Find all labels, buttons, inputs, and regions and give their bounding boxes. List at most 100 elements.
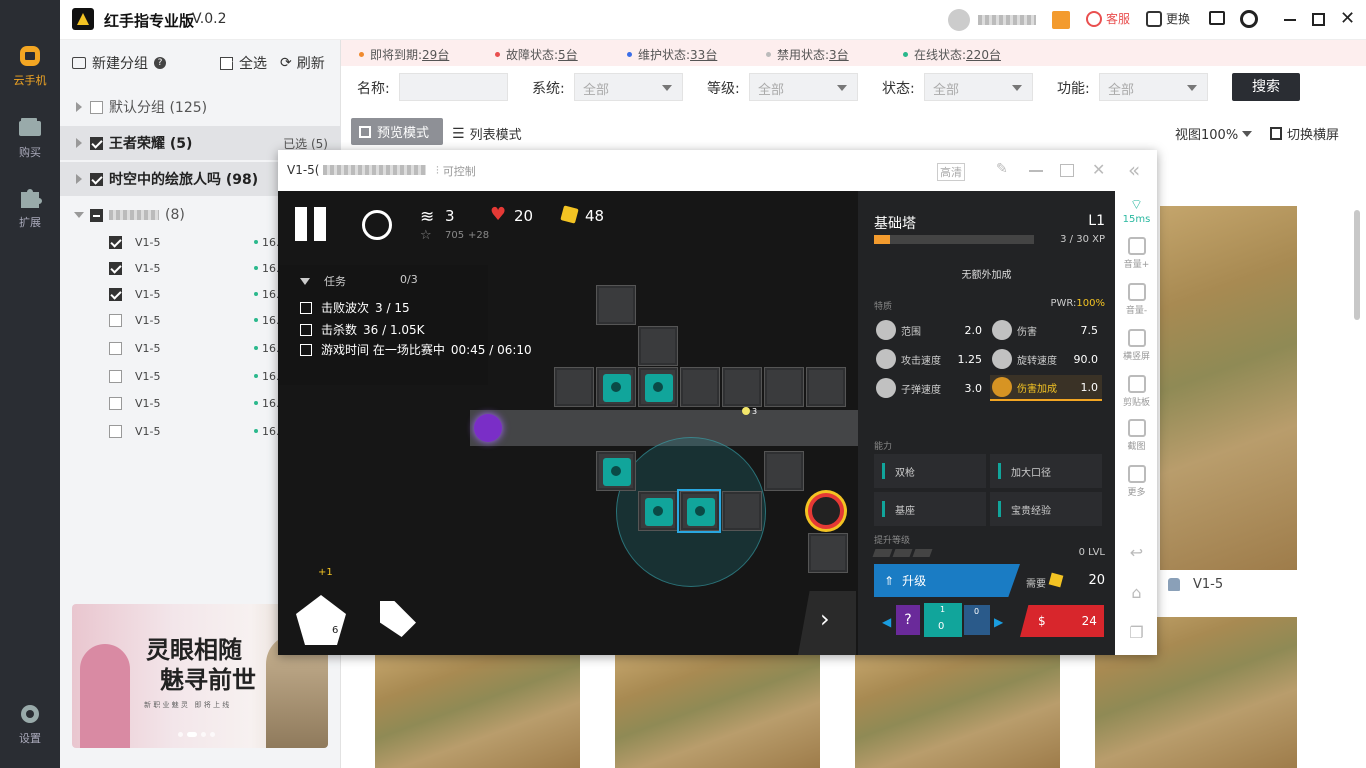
status-maintenance[interactable]: 维护状态: 33台: [627, 46, 717, 63]
ability-slot[interactable]: 宝贵经验: [990, 492, 1102, 526]
minimize-icon[interactable]: [1284, 19, 1296, 21]
settings-icon[interactable]: [1240, 10, 1258, 28]
rail-item-buy[interactable]: 购买: [0, 116, 60, 160]
collapse-icon[interactable]: «: [1128, 158, 1140, 182]
device-checkbox[interactable]: [109, 396, 122, 410]
maximize-icon[interactable]: [1312, 13, 1325, 26]
prev-arrow-icon[interactable]: ◀: [882, 615, 891, 629]
pin-icon[interactable]: ✎: [996, 161, 1008, 177]
board-tile[interactable]: [722, 491, 762, 531]
device-checkbox[interactable]: [109, 261, 122, 275]
help-icon[interactable]: ?: [154, 57, 166, 69]
status-value[interactable]: 29台: [422, 46, 449, 63]
expand-icon[interactable]: [76, 174, 82, 184]
group-checkbox[interactable]: [90, 208, 103, 222]
tool-volume-down[interactable]: 音量-: [1116, 283, 1157, 316]
gift-icon[interactable]: [1052, 11, 1070, 29]
orientation-button[interactable]: 切换横屏: [1270, 124, 1339, 143]
group-checkbox[interactable]: [90, 100, 103, 114]
status-value[interactable]: 220台: [966, 46, 1001, 63]
modifier-card-2[interactable]: 0: [964, 605, 990, 635]
tool-volume-up[interactable]: 音量+: [1116, 237, 1157, 270]
tool-clipboard[interactable]: 剪贴板: [1116, 375, 1157, 408]
device-checkbox[interactable]: [109, 369, 122, 383]
maximize-icon[interactable]: [1060, 164, 1074, 177]
board-tile[interactable]: [554, 367, 594, 407]
expand-icon[interactable]: [76, 102, 82, 112]
device-thumbnail[interactable]: [375, 655, 580, 768]
pause-icon[interactable]: [295, 207, 307, 241]
tower-tile[interactable]: [596, 451, 636, 491]
dice-icon[interactable]: [362, 210, 392, 240]
board-tile[interactable]: [596, 285, 636, 325]
status-online[interactable]: 在线状态: 220台: [903, 46, 1001, 63]
group-checkbox[interactable]: [90, 136, 103, 150]
stat-range[interactable]: 范围 2.0: [874, 317, 986, 343]
state-select[interactable]: 全部: [924, 73, 1033, 101]
device-thumbnail[interactable]: [855, 655, 1060, 768]
status-fault[interactable]: 故障状态: 5台: [495, 46, 578, 63]
minimize-icon[interactable]: [1029, 170, 1043, 172]
control-toggle[interactable]: ⫶ 可控制: [436, 163, 476, 179]
home-icon[interactable]: ⌂: [1116, 583, 1157, 602]
board-tile[interactable]: [638, 326, 678, 366]
modifier-card[interactable]: 1 0: [924, 603, 962, 637]
switch-button[interactable]: 更换: [1146, 10, 1190, 27]
next-arrow-icon[interactable]: ▶: [994, 615, 1003, 629]
rail-item-settings[interactable]: 设置: [0, 702, 60, 746]
board-tile[interactable]: [764, 367, 804, 407]
board-tile[interactable]: [806, 367, 846, 407]
collapse-icon[interactable]: [74, 212, 84, 218]
zoom-select[interactable]: 视图100%: [1175, 124, 1253, 143]
device-checkbox[interactable]: [109, 341, 122, 355]
upgrade-button[interactable]: ⇑ 升级: [874, 564, 1020, 597]
banner-dots[interactable]: [178, 732, 215, 737]
group-checkbox[interactable]: [90, 172, 103, 186]
function-select[interactable]: 全部: [1099, 73, 1208, 101]
close-icon[interactable]: ✕: [1340, 10, 1355, 28]
stat-damage-bonus[interactable]: 伤害加成 1.0: [990, 375, 1102, 401]
refresh-button[interactable]: ⟳ 刷新: [280, 53, 325, 73]
preview-mode-button[interactable]: 预览模式: [351, 118, 443, 145]
device-thumbnail[interactable]: [1160, 206, 1297, 570]
base-shape-icon[interactable]: [296, 595, 346, 645]
ability-slot[interactable]: 双枪: [874, 454, 986, 488]
board-tile[interactable]: [722, 367, 762, 407]
stat-attack-speed[interactable]: 攻击速度 1.25: [874, 346, 986, 372]
game-screen[interactable]: ≋ 3 ☆ 705 +28 ♥ 20 48 任务 0/3 击败波次 3 / 15 击…: [278, 191, 1115, 655]
tower-tile[interactable]: [596, 367, 636, 407]
rail-item-cloud-phone[interactable]: 云手机: [0, 44, 60, 88]
tasks-header[interactable]: 任务: [300, 273, 346, 289]
tool-more[interactable]: 更多: [1116, 465, 1157, 498]
close-icon[interactable]: ✕: [1092, 160, 1105, 179]
tower-tile[interactable]: [638, 367, 678, 407]
new-group-button[interactable]: 新建分组 ?: [72, 53, 166, 73]
scrollbar[interactable]: [1354, 210, 1360, 320]
list-mode-button[interactable]: ☰ 列表模式: [452, 124, 522, 144]
hd-button[interactable]: 高清: [937, 163, 965, 181]
tower-tile[interactable]: [638, 491, 678, 531]
device-checkbox[interactable]: [109, 424, 122, 438]
mail-icon[interactable]: [1209, 11, 1225, 25]
name-input[interactable]: [399, 73, 508, 101]
select-all-button[interactable]: 全选: [220, 53, 267, 73]
status-expiring[interactable]: 即将到期: 29台: [359, 46, 449, 63]
stat-bullet-speed[interactable]: 子弹速度 3.0: [874, 375, 986, 401]
board-tile[interactable]: [808, 533, 848, 573]
system-select[interactable]: 全部: [574, 73, 683, 101]
special-ability-icon[interactable]: [380, 601, 416, 637]
ability-slot[interactable]: 加大口径: [990, 454, 1102, 488]
mystery-card[interactable]: ?: [896, 605, 920, 635]
status-value[interactable]: 33台: [690, 46, 717, 63]
tool-rotate[interactable]: 横竖屏: [1116, 329, 1157, 362]
select-all-checkbox[interactable]: [220, 56, 233, 70]
expand-icon[interactable]: [76, 138, 82, 148]
next-button[interactable]: ›: [798, 591, 856, 655]
board-tile[interactable]: [680, 367, 720, 407]
avatar[interactable]: [948, 9, 970, 31]
recents-icon[interactable]: ❐: [1116, 623, 1157, 642]
group-default[interactable]: 默认分组 (125): [60, 90, 341, 124]
device-thumbnail[interactable]: [615, 655, 820, 768]
board-tile[interactable]: [764, 451, 804, 491]
device-checkbox[interactable]: [109, 287, 122, 301]
